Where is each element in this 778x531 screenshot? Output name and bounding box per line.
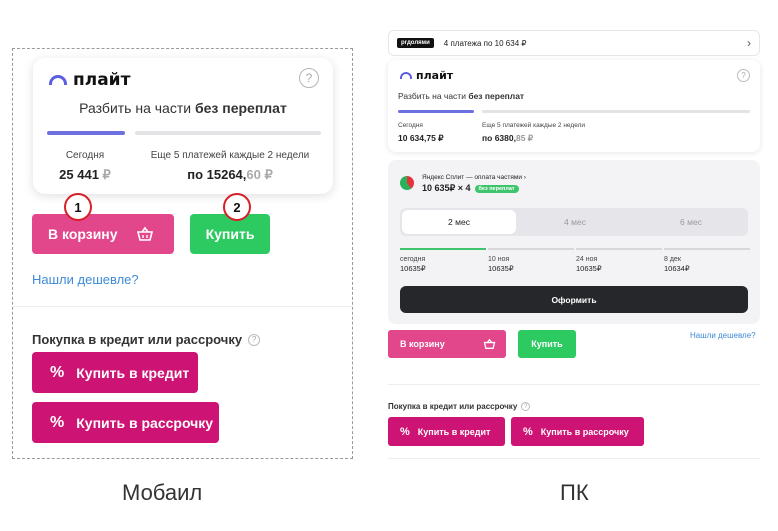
today-payment: Сегодня 10 634,75 ₽ (398, 122, 444, 143)
yandex-split-icon (400, 176, 414, 190)
percent-icon: % (50, 363, 65, 381)
mobile-caption: Мобаил (122, 480, 203, 505)
pc-plait-card: плайт ? Разбить на части без переплат Се… (388, 60, 760, 152)
help-icon[interactable]: ? (737, 69, 750, 82)
dolyami-banner[interactable]: рrдолями 4 платежа по 10 634 ₽ › (388, 30, 760, 56)
period-tabs: 2 мес 4 мес 6 мес (400, 208, 748, 236)
help-icon[interactable]: ? (248, 333, 261, 346)
help-icon[interactable]: ? (299, 68, 319, 88)
plait-tagline: Разбить на части без переплат (79, 100, 287, 116)
rest-payments: Еще 5 платежей каждые 2 недели по 6380,8… (482, 122, 586, 143)
plait-arc-icon (49, 75, 67, 85)
percent-icon: % (523, 425, 533, 438)
split-title[interactable]: Яндекс Сплит — оплата частями › (422, 174, 526, 181)
yandex-split-widget: Яндекс Сплит — оплата частями › 10 635₽ … (388, 160, 760, 324)
step-badge-1: 1 (64, 193, 92, 221)
add-to-cart-button[interactable]: В корзину (388, 330, 506, 358)
buy-installment-button[interactable]: % Купить в рассрочку (511, 417, 644, 446)
plait-arc-icon (400, 72, 412, 79)
divider (388, 384, 760, 385)
schedule-item: 8 дек 10634₽ (664, 248, 750, 273)
progress-current (398, 110, 474, 113)
plait-logo: плайт (49, 70, 130, 90)
rest-payments: Еще 5 платежей каждые 2 недели по 15264,… (150, 150, 310, 182)
pc-caption: ПК (560, 480, 589, 505)
help-icon[interactable]: ? (521, 402, 531, 411)
progress-rest (135, 131, 321, 135)
tab-2-months[interactable]: 2 мес (402, 210, 516, 234)
progress-current (47, 131, 125, 135)
buy-installment-button[interactable]: % Купить в рассрочку (32, 402, 219, 443)
percent-icon: % (50, 413, 65, 431)
buy-button[interactable]: Купить (190, 214, 270, 254)
plait-tagline: Разбить на части без переплат (398, 91, 525, 101)
basket-icon (483, 338, 496, 349)
add-to-cart-button[interactable]: В корзину (32, 214, 174, 254)
schedule-item: сегодня 10635₽ (400, 248, 486, 273)
tab-6-months[interactable]: 6 мес (634, 208, 748, 236)
divider (388, 458, 760, 459)
split-amount: 10 635₽ × 4 без переплат (422, 183, 519, 194)
buy-button[interactable]: Купить (518, 330, 576, 358)
credit-heading: Покупка в кредит или рассрочку ? (32, 332, 261, 347)
tab-4-months[interactable]: 4 мес (518, 208, 632, 236)
mobile-plait-card: плайт ? Разбить на части без переплат Се… (33, 58, 333, 194)
dolyami-logo: рrдолями (397, 38, 434, 48)
found-cheaper-link[interactable]: Нашли дешевле? (690, 331, 756, 340)
today-payment: Сегодня 25 441 ₽ (59, 150, 111, 182)
plait-logo: плайт (400, 69, 453, 82)
schedule-item: 24 ноя 10635₽ (576, 248, 662, 273)
divider (12, 306, 353, 307)
buy-on-credit-button[interactable]: % Купить в кредит (388, 417, 505, 446)
credit-heading: Покупка в кредит или рассрочку ? (388, 402, 531, 411)
progress-rest (482, 110, 750, 113)
found-cheaper-link[interactable]: Нашли дешевле? (32, 272, 139, 287)
basket-icon (136, 226, 153, 241)
no-overpay-badge: без переплат (474, 184, 519, 193)
schedule-item: 10 ноя 10635₽ (488, 248, 574, 273)
step-badge-2: 2 (223, 193, 251, 221)
buy-on-credit-button[interactable]: % Купить в кредит (32, 352, 198, 393)
chevron-right-icon: › (747, 36, 751, 50)
checkout-button[interactable]: Оформить (400, 286, 748, 313)
percent-icon: % (400, 425, 410, 438)
